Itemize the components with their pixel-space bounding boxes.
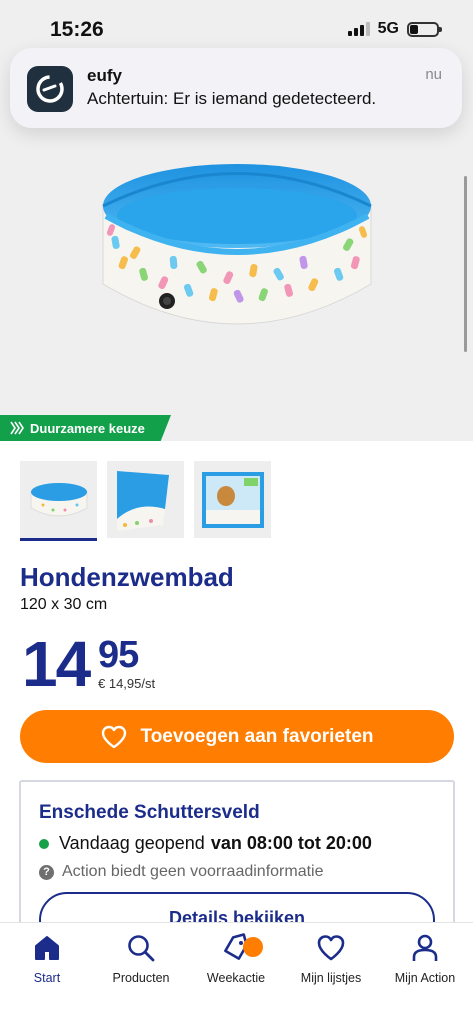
tab-start[interactable]: Start — [2, 931, 92, 985]
thumbnail-2[interactable] — [107, 461, 184, 538]
thumbnail-1[interactable] — [20, 461, 97, 541]
user-icon — [408, 931, 442, 965]
tab-producten-label: Producten — [112, 971, 170, 985]
store-name[interactable]: Enschede Schuttersveld — [39, 802, 260, 824]
packaging-thumbnail — [201, 471, 264, 528]
status-indicators: 5G — [347, 20, 442, 38]
search-icon — [124, 931, 158, 965]
eufy-app-icon — [27, 66, 73, 112]
add-to-favorites-button[interactable]: Toevoegen aan favorieten — [20, 710, 454, 763]
price: 14 95 — [22, 632, 139, 696]
pool-thumbnail — [30, 482, 87, 516]
favorite-button-label: Toevoegen aan favorieten — [140, 725, 374, 747]
store-status: Vandaag geopend — [59, 833, 205, 853]
battery-icon — [407, 21, 442, 37]
notification-time: nu — [425, 66, 442, 83]
thumbnail-strip — [20, 461, 271, 541]
tab-start-label: Start — [33, 971, 61, 985]
notification-banner[interactable]: eufy Achtertuin: Er is iemand gedetectee… — [10, 48, 462, 128]
tab-weekactie[interactable]: Weekactie — [191, 931, 281, 985]
badge-label: Duurzamere keuze — [30, 420, 145, 436]
chevrons-icon — [10, 421, 24, 435]
store-hours: van 08:00 tot 20:00 — [210, 833, 372, 853]
tab-mijn-action-label: Mijn Action — [394, 971, 456, 985]
status-time: 15:26 — [50, 18, 104, 41]
product-size: 120 x 30 cm — [20, 596, 108, 613]
stock-info-text: Action biedt geen voorraadinformatie — [62, 863, 324, 880]
thumbnail-3[interactable] — [194, 461, 271, 538]
tab-producten[interactable]: Producten — [96, 931, 186, 985]
scroll-indicator — [464, 176, 467, 352]
store-card: Enschede Schuttersveld Vandaag geopend v… — [19, 780, 455, 940]
signal-icon — [347, 22, 370, 36]
product-title: Hondenzwembad — [20, 562, 234, 592]
notification-message: Achtertuin: Er is iemand gedetecteerd. — [87, 89, 377, 108]
heart-icon — [101, 725, 126, 748]
unit-price: € 14,95/st — [98, 676, 156, 691]
price-decimals: 95 — [98, 634, 139, 676]
bottom-tab-bar: Start Producten Weekactie Mijn lijstjes … — [0, 922, 473, 1024]
heart-icon — [314, 931, 348, 965]
stock-info: ? Action biedt geen voorraadinformatie — [39, 863, 324, 881]
store-opening-status: Vandaag geopend van 08:00 tot 20:00 — [39, 833, 372, 854]
notification-app-name: eufy — [87, 66, 122, 85]
home-icon — [30, 931, 64, 965]
sustainability-badge: Duurzamere keuze — [0, 415, 171, 441]
tab-mijn-lijstjes-label: Mijn lijstjes — [300, 971, 362, 985]
tab-mijn-action[interactable]: Mijn Action — [380, 931, 470, 985]
notification-dot — [243, 937, 263, 957]
network-label: 5G — [377, 20, 399, 37]
tab-weekactie-label: Weekactie — [206, 971, 266, 985]
tab-mijn-lijstjes[interactable]: Mijn lijstjes — [286, 931, 376, 985]
pool-detail-thumbnail — [117, 471, 169, 531]
question-icon: ? — [39, 864, 54, 880]
open-status-dot — [39, 838, 49, 849]
price-integer: 14 — [22, 628, 91, 700]
